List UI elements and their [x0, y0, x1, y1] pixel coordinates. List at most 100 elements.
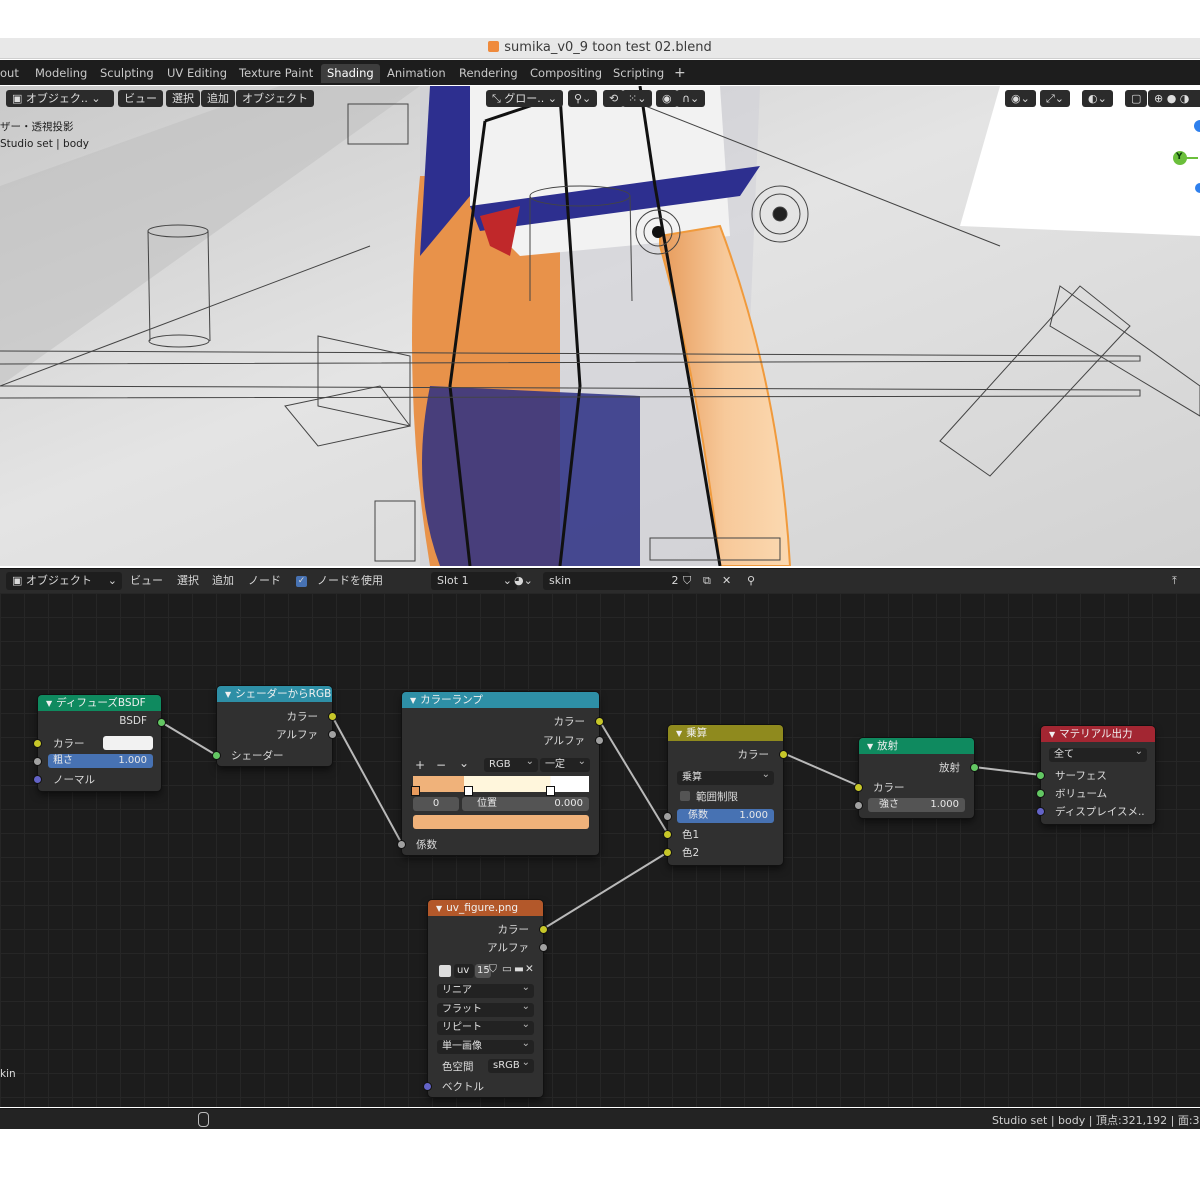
- node-image-texture[interactable]: ▼ uv_figure.png カラー アルファ uv 15 ⛉ ▭ ▬ ✕ リニ…: [423, 900, 548, 1097]
- falloff-curve-icon[interactable]: ∩⌄: [676, 90, 706, 107]
- remove-stop-button[interactable]: −: [436, 758, 446, 772]
- ramp-menu-button[interactable]: ⌄: [459, 756, 469, 770]
- viewport-menu-view[interactable]: ビュー: [118, 90, 163, 107]
- socket-output-bsdf[interactable]: [157, 718, 166, 727]
- socket-input-normal[interactable]: [33, 775, 42, 784]
- xray-icon[interactable]: ▢: [1125, 90, 1148, 107]
- ramp-color-mode-select[interactable]: RGB: [484, 755, 538, 772]
- blend-mode-select[interactable]: 乗算: [677, 768, 774, 785]
- tab-rendering[interactable]: Rendering: [453, 64, 524, 83]
- shading-mode-icons[interactable]: ⊕ ● ◑: [1148, 90, 1200, 107]
- socket-output-alpha[interactable]: [328, 730, 337, 739]
- node-menu-node[interactable]: ノード: [248, 572, 281, 590]
- socket-output-color[interactable]: [328, 712, 337, 721]
- socket-output-alpha[interactable]: [539, 943, 548, 952]
- unlink-close-icon[interactable]: ✕: [525, 963, 534, 975]
- overlay-icon[interactable]: ◐⌄: [1082, 90, 1113, 107]
- tab-texture-paint[interactable]: Texture Paint: [233, 64, 319, 83]
- socket-input-roughness[interactable]: [33, 757, 42, 766]
- tab-scripting[interactable]: Scripting: [607, 64, 670, 83]
- socket-input-color[interactable]: [854, 783, 863, 792]
- 3d-viewport[interactable]: ▣ オブジェク.. ⌄ ビュー 選択 追加 オブジェクト ⤡ グロー.. ⌄ ⚲…: [0, 86, 1200, 566]
- socket-input-fac[interactable]: [397, 840, 406, 849]
- navigation-gizmo[interactable]: [1168, 114, 1200, 194]
- image-source-select[interactable]: 単一画像: [437, 1037, 534, 1054]
- color-ramp-bar[interactable]: [413, 776, 589, 792]
- pin-icon[interactable]: ⚲: [747, 572, 755, 590]
- ramp-stop-handle[interactable]: [411, 786, 420, 796]
- viewport-mode-select[interactable]: ▣ オブジェク.. ⌄: [6, 90, 114, 107]
- ramp-stop-index[interactable]: 0: [413, 797, 459, 811]
- tab-layout[interactable]: out: [0, 64, 25, 83]
- ramp-interpolation-select[interactable]: 一定: [540, 755, 590, 772]
- socket-output-emission[interactable]: [970, 763, 979, 772]
- image-name-field[interactable]: uv: [454, 964, 474, 978]
- open-folder-icon[interactable]: ▭: [502, 963, 512, 975]
- socket-input-volume[interactable]: [1036, 789, 1045, 798]
- tab-shading[interactable]: Shading: [321, 64, 380, 83]
- emission-strength-field[interactable]: 強さ 1.000: [868, 798, 965, 812]
- node-mix-multiply[interactable]: ▼乗算 カラー 乗算 範囲制限 係数1.000 色1 色2: [663, 725, 788, 865]
- node-diffuse-bsdf[interactable]: ▼ ディフューズBSDF BSDF カラー 粗さ 1.000 ノーマル: [33, 695, 166, 791]
- node-menu-add[interactable]: 追加: [212, 572, 234, 590]
- use-nodes-checkbox[interactable]: ✓: [296, 576, 307, 587]
- color-space-select[interactable]: sRGB: [488, 1056, 534, 1073]
- socket-input-color1[interactable]: [663, 830, 672, 839]
- fake-user-shield-icon[interactable]: ⛉: [683, 572, 691, 590]
- image-interpolation-select[interactable]: リニア: [437, 981, 534, 998]
- material-sphere-icon[interactable]: ◕⌄: [514, 572, 533, 590]
- tab-compositing[interactable]: Compositing: [524, 64, 608, 83]
- node-menu-view[interactable]: ビュー: [130, 572, 163, 590]
- viewport-menu-select[interactable]: 選択: [166, 90, 200, 107]
- viewport-menu-add[interactable]: 追加: [201, 90, 235, 107]
- viewport-menu-object[interactable]: オブジェクト: [236, 90, 314, 107]
- material-name-field[interactable]: skin: [543, 572, 669, 590]
- parent-node-tree-icon[interactable]: ⤒: [1172, 572, 1177, 590]
- gizmo-icon[interactable]: ⤢⌄: [1040, 90, 1071, 107]
- duplicate-material-icon[interactable]: ⧉: [703, 572, 711, 590]
- ramp-stop-color-swatch[interactable]: [413, 815, 589, 829]
- tab-modeling[interactable]: Modeling: [29, 64, 93, 83]
- node-emission[interactable]: ▼ 放射 放射 カラー 強さ 1.000: [854, 738, 979, 818]
- tab-uv-editing[interactable]: UV Editing: [161, 64, 233, 83]
- ramp-stop-handle[interactable]: [546, 786, 555, 796]
- socket-input-displacement[interactable]: [1036, 807, 1045, 816]
- render-target-select[interactable]: 全て: [1049, 745, 1147, 762]
- image-projection-select[interactable]: フラット: [437, 1000, 534, 1017]
- snap-grid-icon[interactable]: ⁙⌄: [622, 90, 653, 107]
- node-material-output[interactable]: ▼マテリアル出力 全て サーフェス ボリューム ディスプレイスメ..: [1036, 726, 1155, 824]
- socket-input-surface[interactable]: [1036, 771, 1045, 780]
- proportional-edit-icon[interactable]: ◉: [656, 90, 678, 107]
- socket-input-color[interactable]: [33, 739, 42, 748]
- socket-input-strength[interactable]: [854, 801, 863, 810]
- unlink-close-icon[interactable]: ✕: [722, 572, 731, 590]
- tab-animation[interactable]: Animation: [381, 64, 452, 83]
- mix-factor-field[interactable]: 係数 1.000: [677, 809, 774, 823]
- fake-user-shield-icon[interactable]: ⛉: [489, 963, 497, 976]
- socket-output-color[interactable]: [779, 750, 788, 759]
- socket-input-shader[interactable]: [212, 751, 221, 760]
- image-file-icon[interactable]: ▬: [514, 963, 524, 975]
- clamp-checkbox[interactable]: [680, 791, 690, 801]
- ramp-position-field[interactable]: 位置 0.000: [462, 797, 589, 811]
- transform-orientation-select[interactable]: ⤡ グロー.. ⌄: [486, 90, 564, 107]
- diffuse-color-swatch[interactable]: [103, 736, 153, 750]
- image-thumbnail-icon[interactable]: [439, 965, 451, 977]
- add-workspace-button[interactable]: +: [668, 64, 692, 83]
- socket-output-color[interactable]: [595, 717, 604, 726]
- socket-input-vector[interactable]: [423, 1082, 432, 1091]
- material-slot-select[interactable]: Slot 1 ⌄: [431, 572, 517, 590]
- socket-output-color[interactable]: [539, 925, 548, 934]
- node-menu-select[interactable]: 選択: [177, 572, 199, 590]
- node-canvas[interactable]: ▼ ディフューズBSDF BSDF カラー 粗さ 1.000 ノーマル ▼ シェーダー…: [0, 593, 1200, 1107]
- visibility-eye-icon[interactable]: ◉⌄: [1005, 90, 1036, 107]
- image-extension-select[interactable]: リピート: [437, 1018, 534, 1035]
- roughness-field[interactable]: 粗さ 1.000: [48, 754, 153, 768]
- socket-input-color2[interactable]: [663, 848, 672, 857]
- ramp-stop-handle[interactable]: [464, 786, 473, 796]
- socket-input-fac[interactable]: [663, 812, 672, 821]
- node-editor-mode-select[interactable]: ▣ オブジェクト ⌄: [6, 572, 122, 590]
- node-shader-to-rgb[interactable]: ▼ シェーダーからRGB カラー アルファ シェーダー: [212, 686, 337, 766]
- node-color-ramp[interactable]: ▼カラーランプ カラー アルファ + − ⌄ RGB 一定 0 位置0.000 …: [397, 692, 604, 855]
- tab-sculpting[interactable]: Sculpting: [94, 64, 160, 83]
